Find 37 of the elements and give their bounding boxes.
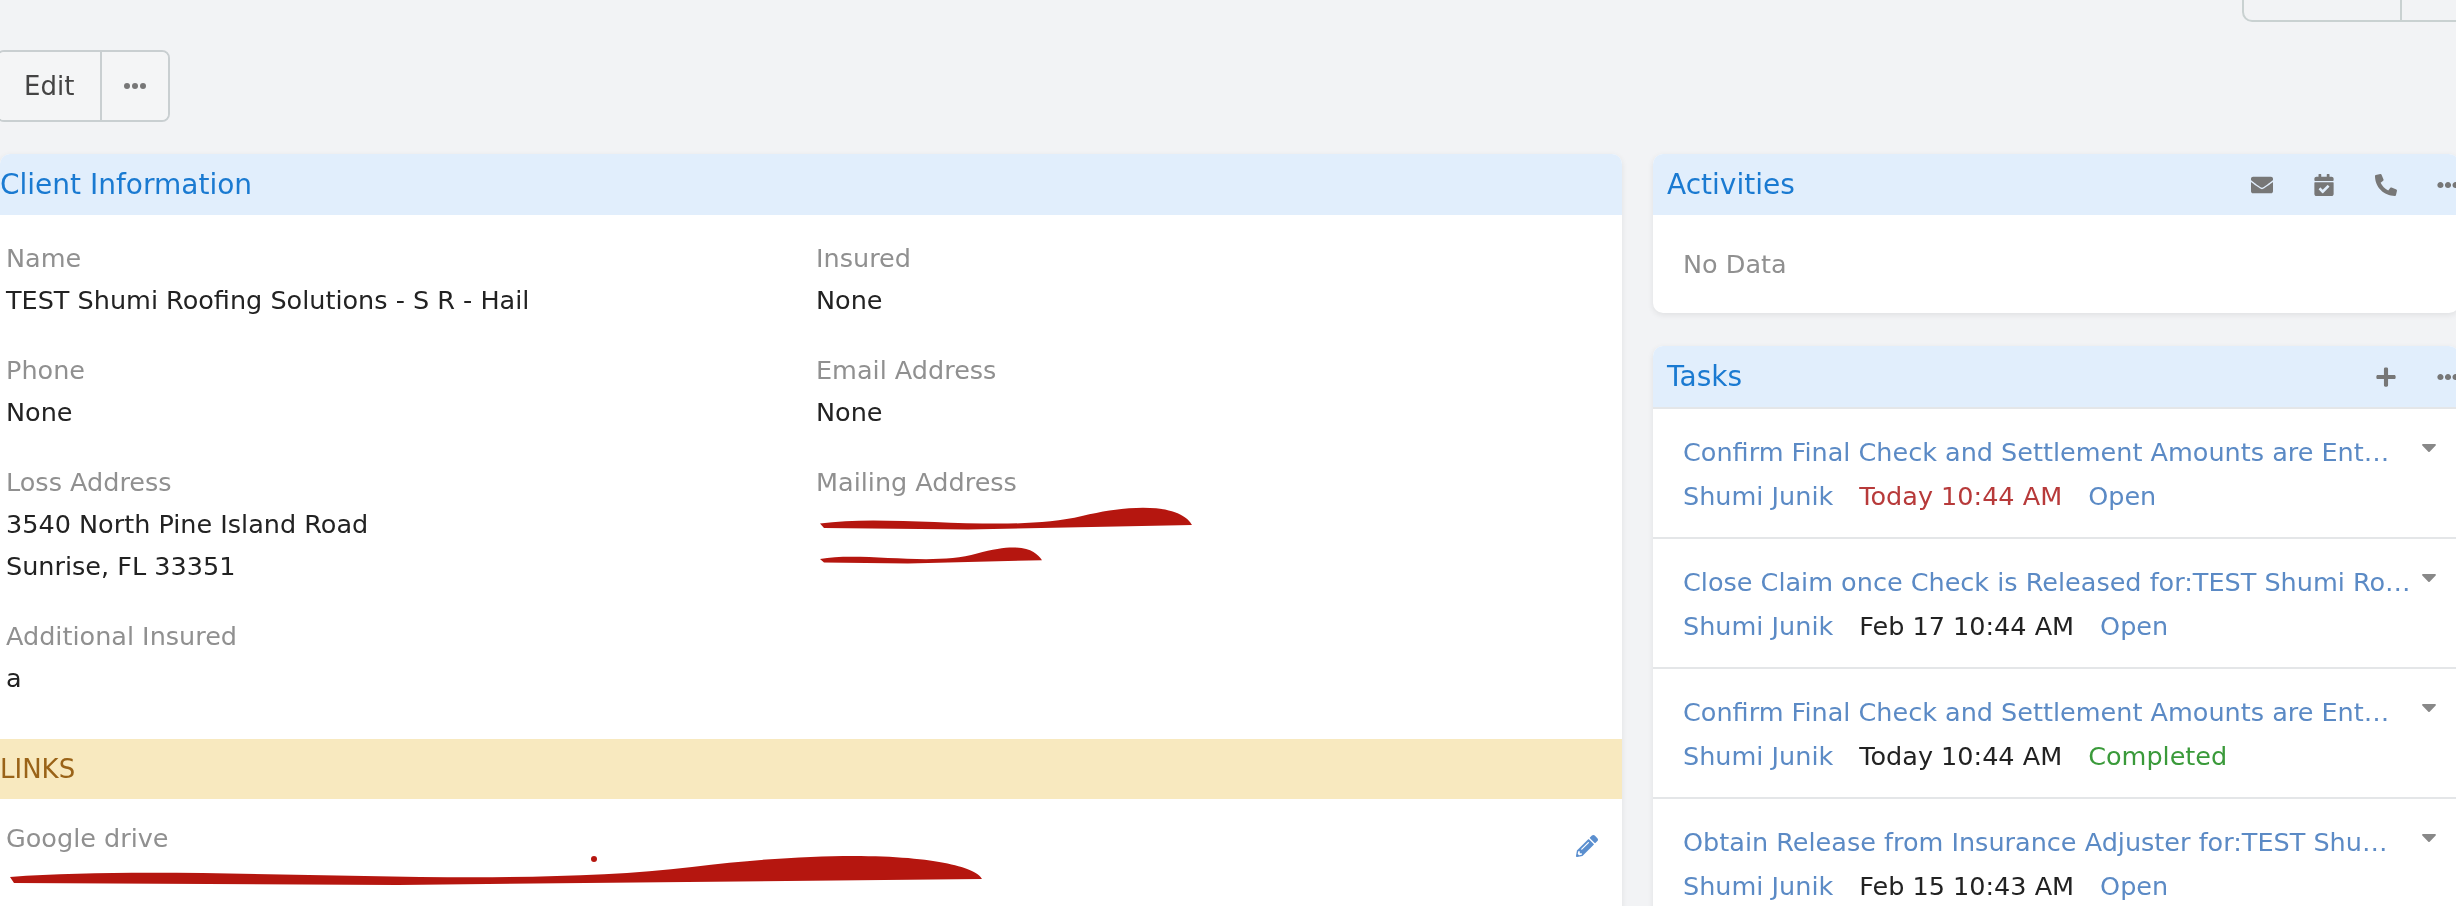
card-title: Activities bbox=[1666, 168, 1796, 201]
empty-text: No Data bbox=[1682, 248, 1788, 281]
card-title: Client Information bbox=[0, 168, 254, 201]
field-value: 3540 North Pine Island Road bbox=[6, 508, 370, 541]
field-label: Insured bbox=[816, 242, 912, 275]
field-label: Name bbox=[6, 242, 83, 275]
task-status: Completed bbox=[2088, 741, 2228, 771]
field-value: TEST Shumi Roofing Solutions - S R - Hail bbox=[6, 284, 531, 317]
section-title: LINKS bbox=[0, 754, 76, 784]
card-title: Tasks bbox=[1666, 360, 1744, 393]
field-label: Additional Insured bbox=[6, 620, 239, 653]
field-value: None bbox=[816, 284, 884, 317]
task-status: Open bbox=[2088, 481, 2157, 511]
task-title-link[interactable]: Obtain Release from Insurance Adjuster for:TEST Shu… bbox=[1683, 827, 2388, 857]
due-date: Feb 15 10:43 AM bbox=[1859, 871, 2075, 901]
assignee-link[interactable]: Shumi Junik bbox=[1683, 611, 1834, 641]
assignee-link[interactable]: Shumi Junik bbox=[1683, 871, 1834, 901]
task-title-link[interactable]: Confirm Final Check and Settlement Amounts are Ent… bbox=[1683, 437, 2390, 467]
edit-button[interactable]: Edit bbox=[0, 52, 103, 120]
due-date: Feb 17 10:44 AM bbox=[1859, 611, 2075, 641]
field-value: None bbox=[6, 396, 74, 429]
assignee-link[interactable]: Shumi Junik bbox=[1683, 741, 1834, 771]
field-value: Sunrise, FL 33351 bbox=[6, 550, 237, 583]
link-label: Google drive bbox=[6, 822, 170, 855]
field-label: Mailing Address bbox=[816, 466, 1018, 499]
field-label: Phone bbox=[6, 354, 86, 387]
due-date: Today 10:44 AM bbox=[1859, 741, 2063, 771]
field-label: Loss Address bbox=[6, 466, 173, 499]
task-title-link[interactable]: Confirm Final Check and Settlement Amounts are Ent… bbox=[1683, 697, 2390, 727]
due-date: Today 10:44 AM bbox=[1859, 481, 2063, 511]
field-value: a bbox=[6, 662, 23, 695]
task-title-link[interactable]: Close Claim once Check is Released for:TEST Shumi Ro… bbox=[1683, 567, 2411, 597]
assignee-link[interactable]: Shumi Junik bbox=[1683, 481, 1834, 511]
field-value: None bbox=[816, 396, 884, 429]
field-label: Email Address bbox=[816, 354, 998, 387]
task-status: Open bbox=[2100, 871, 2169, 901]
task-status: Open bbox=[2100, 611, 2169, 641]
